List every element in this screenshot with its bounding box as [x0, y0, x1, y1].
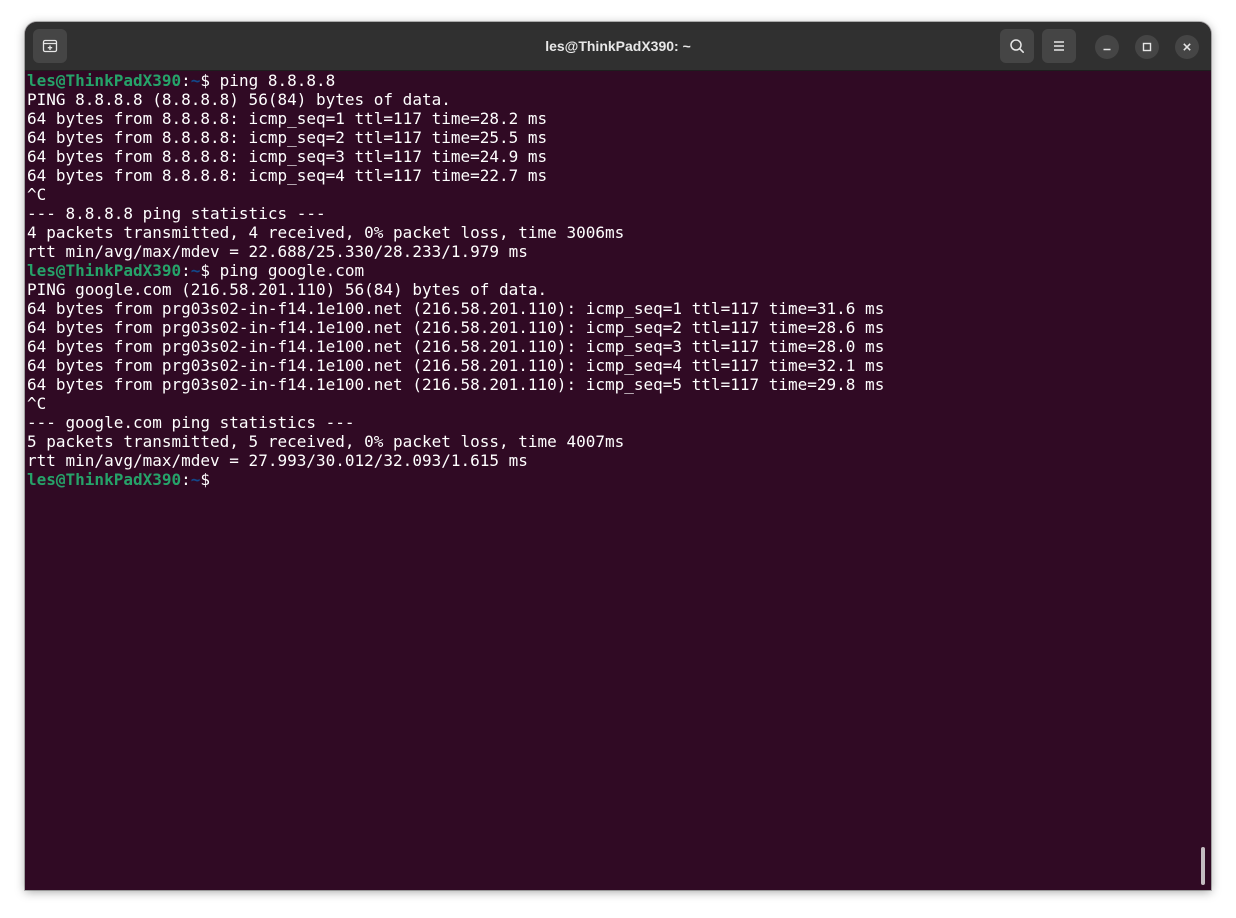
minimize-icon [1101, 41, 1113, 53]
prompt-path: ~ [191, 71, 201, 90]
new-tab-button[interactable] [33, 29, 67, 63]
prompt-line: les@ThinkPadX390:~$ [27, 470, 884, 489]
headerbar: les@ThinkPadX390: ~ [25, 22, 1211, 71]
output-line: 64 bytes from prg03s02-in-f14.1e100.net … [27, 318, 884, 337]
search-button[interactable] [1000, 29, 1034, 63]
prompt-symbol: $ [200, 470, 210, 489]
prompt-user: les@ThinkPadX390 [27, 71, 181, 90]
menu-button[interactable] [1042, 29, 1076, 63]
hamburger-menu-icon [1051, 38, 1067, 54]
output-line: --- 8.8.8.8 ping statistics --- [27, 204, 884, 223]
prompt-line: les@ThinkPadX390:~$ ping 8.8.8.8 [27, 71, 884, 90]
output-line: 64 bytes from 8.8.8.8: icmp_seq=1 ttl=11… [27, 109, 884, 128]
output-line: ^C [27, 185, 884, 204]
output-line: 64 bytes from prg03s02-in-f14.1e100.net … [27, 337, 884, 356]
prompt-user: les@ThinkPadX390 [27, 261, 181, 280]
output-text: 64 bytes from prg03s02-in-f14.1e100.net … [27, 318, 884, 337]
output-line: 64 bytes from 8.8.8.8: icmp_seq=2 ttl=11… [27, 128, 884, 147]
output-text: rtt min/avg/max/mdev = 22.688/25.330/28.… [27, 242, 528, 261]
output-line: 64 bytes from 8.8.8.8: icmp_seq=3 ttl=11… [27, 147, 884, 166]
output-line: PING 8.8.8.8 (8.8.8.8) 56(84) bytes of d… [27, 90, 884, 109]
output-text: --- google.com ping statistics --- [27, 413, 355, 432]
maximize-button[interactable] [1135, 35, 1159, 59]
terminal-lines: les@ThinkPadX390:~$ ping 8.8.8.8PING 8.8… [27, 71, 884, 489]
output-text: 64 bytes from prg03s02-in-f14.1e100.net … [27, 356, 884, 375]
output-text: 64 bytes from 8.8.8.8: icmp_seq=4 ttl=11… [27, 166, 547, 185]
output-line: rtt min/avg/max/mdev = 27.993/30.012/32.… [27, 451, 884, 470]
prompt-path: ~ [191, 261, 201, 280]
output-line: 4 packets transmitted, 4 received, 0% pa… [27, 223, 884, 242]
output-text: 5 packets transmitted, 5 received, 0% pa… [27, 432, 624, 451]
prompt-user: les@ThinkPadX390 [27, 470, 181, 489]
output-line: rtt min/avg/max/mdev = 22.688/25.330/28.… [27, 242, 884, 261]
output-line: 5 packets transmitted, 5 received, 0% pa… [27, 432, 884, 451]
prompt-separator: : [181, 470, 191, 489]
minimize-button[interactable] [1095, 35, 1119, 59]
command-text: ping google.com [220, 261, 365, 280]
maximize-icon [1141, 41, 1153, 53]
prompt-path: ~ [191, 470, 201, 489]
output-line: 64 bytes from prg03s02-in-f14.1e100.net … [27, 375, 884, 394]
output-text: 64 bytes from 8.8.8.8: icmp_seq=1 ttl=11… [27, 109, 547, 128]
output-text: 64 bytes from prg03s02-in-f14.1e100.net … [27, 299, 884, 318]
prompt-symbol: $ [200, 71, 219, 90]
output-text: 64 bytes from 8.8.8.8: icmp_seq=2 ttl=11… [27, 128, 547, 147]
output-text: 4 packets transmitted, 4 received, 0% pa… [27, 223, 624, 242]
new-tab-icon [42, 38, 58, 54]
output-line: ^C [27, 394, 884, 413]
output-line: 64 bytes from 8.8.8.8: icmp_seq=4 ttl=11… [27, 166, 884, 185]
output-text: 64 bytes from 8.8.8.8: icmp_seq=3 ttl=11… [27, 147, 547, 166]
search-icon [1009, 38, 1025, 54]
scrollbar[interactable] [1201, 847, 1205, 885]
close-button[interactable] [1175, 35, 1199, 59]
output-text: ^C [27, 394, 46, 413]
output-text: PING google.com (216.58.201.110) 56(84) … [27, 280, 547, 299]
output-line: 64 bytes from prg03s02-in-f14.1e100.net … [27, 356, 884, 375]
output-text: ^C [27, 185, 46, 204]
prompt-line: les@ThinkPadX390:~$ ping google.com [27, 261, 884, 280]
output-line: --- google.com ping statistics --- [27, 413, 884, 432]
prompt-separator: : [181, 261, 191, 280]
terminal-window: les@ThinkPadX390: ~ [25, 22, 1211, 890]
terminal-output[interactable]: les@ThinkPadX390:~$ ping 8.8.8.8PING 8.8… [25, 71, 1211, 890]
output-text: 64 bytes from prg03s02-in-f14.1e100.net … [27, 375, 884, 394]
output-line: 64 bytes from prg03s02-in-f14.1e100.net … [27, 299, 884, 318]
output-text: PING 8.8.8.8 (8.8.8.8) 56(84) bytes of d… [27, 90, 451, 109]
command-text: ping 8.8.8.8 [220, 71, 336, 90]
output-text: --- 8.8.8.8 ping statistics --- [27, 204, 326, 223]
prompt-symbol: $ [200, 261, 219, 280]
output-line: PING google.com (216.58.201.110) 56(84) … [27, 280, 884, 299]
close-icon [1181, 41, 1193, 53]
output-text: 64 bytes from prg03s02-in-f14.1e100.net … [27, 337, 884, 356]
prompt-separator: : [181, 71, 191, 90]
output-text: rtt min/avg/max/mdev = 27.993/30.012/32.… [27, 451, 528, 470]
